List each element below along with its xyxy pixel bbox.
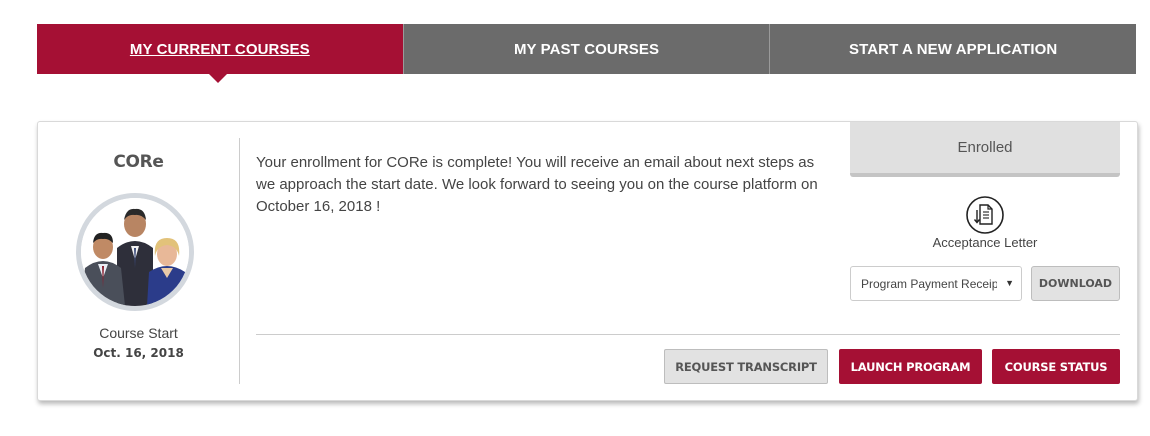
document-download-icon[interactable]: [965, 195, 1005, 235]
enrollment-message: Your enrollment for CORe is complete! Yo…: [256, 154, 818, 215]
course-faculty-photo: [76, 193, 194, 311]
course-title: CORe: [113, 152, 164, 172]
tab-start-new-application[interactable]: START A NEW APPLICATION: [769, 24, 1137, 74]
course-card: CORe Course Start Oct. 16, 2018 Your enr…: [37, 121, 1138, 401]
caret-down-icon: ▼: [1005, 278, 1014, 288]
course-summary: CORe Course Start Oct. 16, 2018: [38, 138, 240, 384]
course-start-date: Oct. 16, 2018: [93, 346, 184, 360]
course-tabs: MY CURRENT COURSES MY PAST COURSES START…: [37, 24, 1137, 83]
course-status-button[interactable]: COURSE STATUS: [992, 349, 1120, 384]
tab-my-current-courses[interactable]: MY CURRENT COURSES: [37, 24, 403, 83]
divider: [256, 334, 1120, 335]
document-type-selected: Program Payment Receipt: [861, 276, 997, 291]
request-transcript-button[interactable]: REQUEST TRANSCRIPT: [664, 349, 828, 384]
tab-my-past-courses[interactable]: MY PAST COURSES: [402, 24, 770, 74]
download-button[interactable]: DOWNLOAD: [1031, 266, 1120, 301]
launch-program-button[interactable]: LAUNCH PROGRAM: [839, 349, 982, 384]
course-start-label: Course Start: [99, 325, 178, 341]
enrollment-status-badge: Enrolled: [850, 122, 1120, 177]
acceptance-letter-link[interactable]: Acceptance Letter: [904, 235, 1066, 250]
document-type-select[interactable]: Program Payment Receipt ▼: [850, 266, 1022, 301]
